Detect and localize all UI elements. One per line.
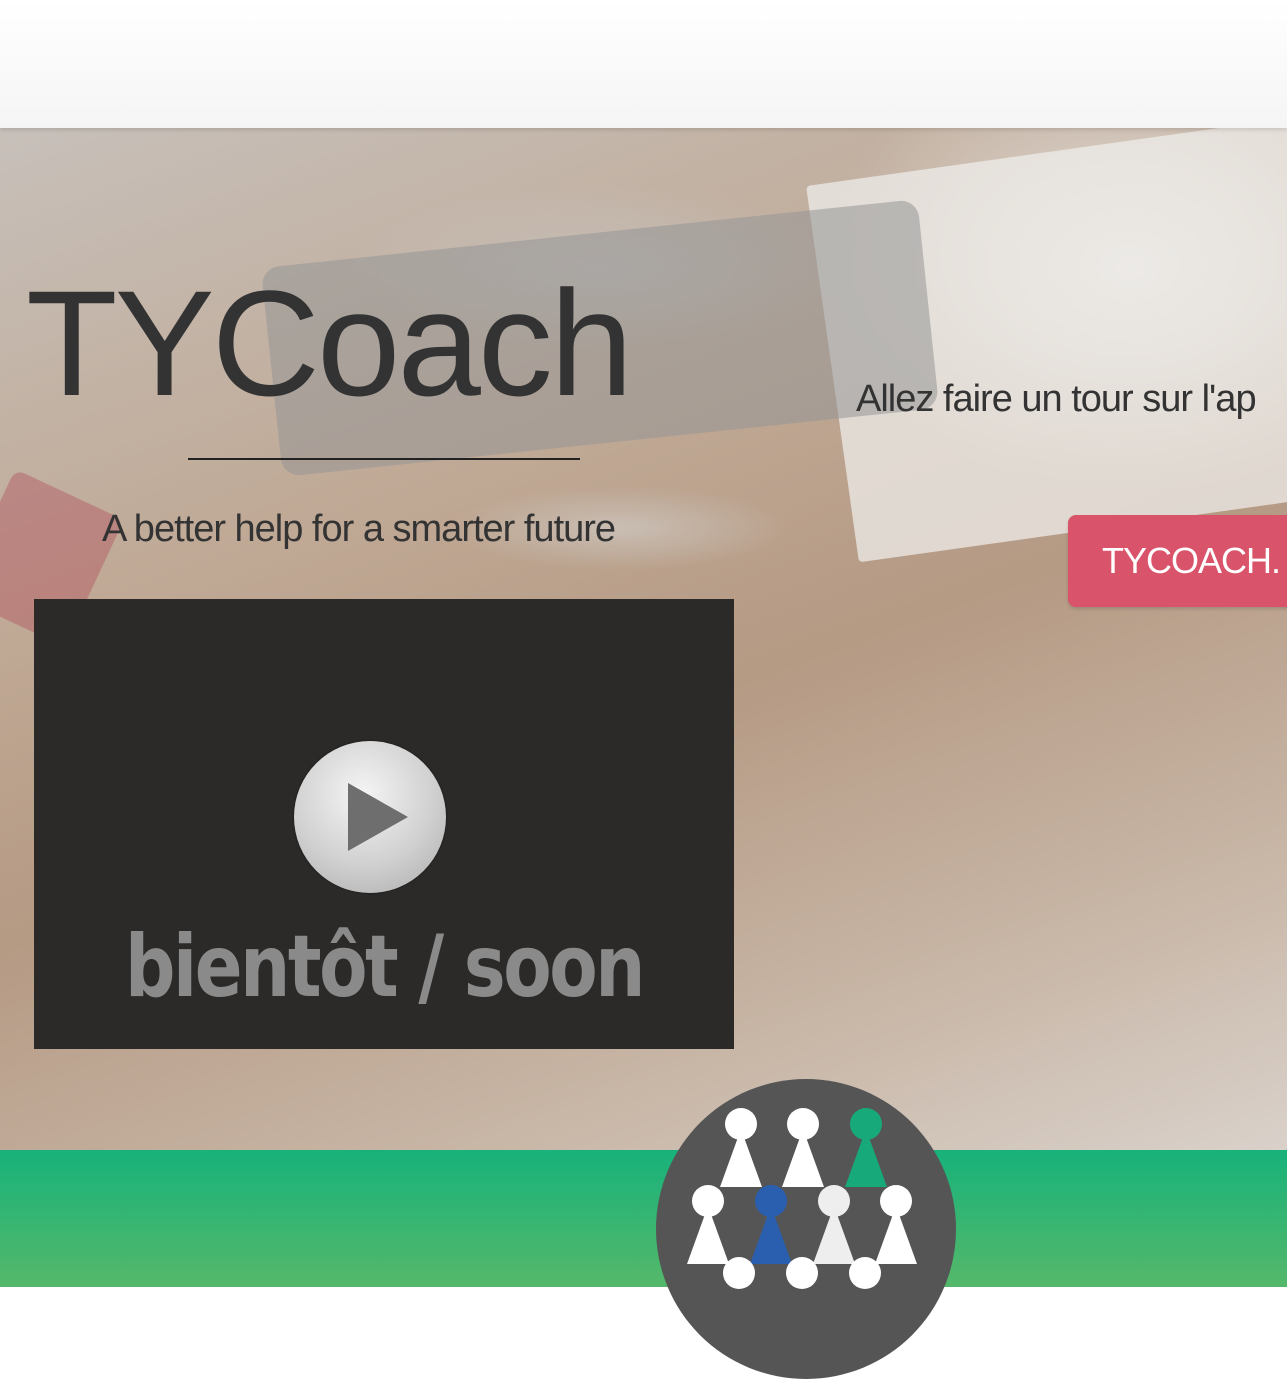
pawn-row-middle xyxy=(687,1185,917,1264)
pawns-logo-graphic xyxy=(687,1108,917,1289)
title-divider xyxy=(188,458,580,460)
pawn-row-top xyxy=(720,1108,887,1187)
pawn-green xyxy=(845,1108,887,1187)
pawns-logo-icon xyxy=(656,1079,956,1379)
play-icon xyxy=(348,783,408,851)
pawn-white xyxy=(720,1108,762,1187)
pawn-blue xyxy=(750,1185,792,1264)
tagline: A better help for a smarter future xyxy=(102,508,616,550)
pawn-white xyxy=(786,1257,818,1289)
play-button[interactable] xyxy=(294,741,446,893)
pawn-row-bottom xyxy=(723,1257,881,1289)
pawn-white xyxy=(687,1185,729,1264)
app-title: TYCoach xyxy=(26,259,633,427)
video-player[interactable]: bientôt / soon xyxy=(34,599,734,1049)
pawn-white xyxy=(875,1185,917,1264)
video-soon-label: bientôt / soon xyxy=(124,917,646,1017)
top-navbar xyxy=(0,0,1287,128)
pawn-white xyxy=(723,1257,755,1289)
pawn-light xyxy=(813,1185,855,1264)
footer-band xyxy=(0,1150,1287,1287)
visit-app-text: Allez faire un tour sur l'ap xyxy=(856,378,1257,420)
pawn-white xyxy=(849,1257,881,1289)
visit-app-button[interactable]: TYCOACH. xyxy=(1068,515,1287,607)
pawn-white xyxy=(782,1108,824,1187)
